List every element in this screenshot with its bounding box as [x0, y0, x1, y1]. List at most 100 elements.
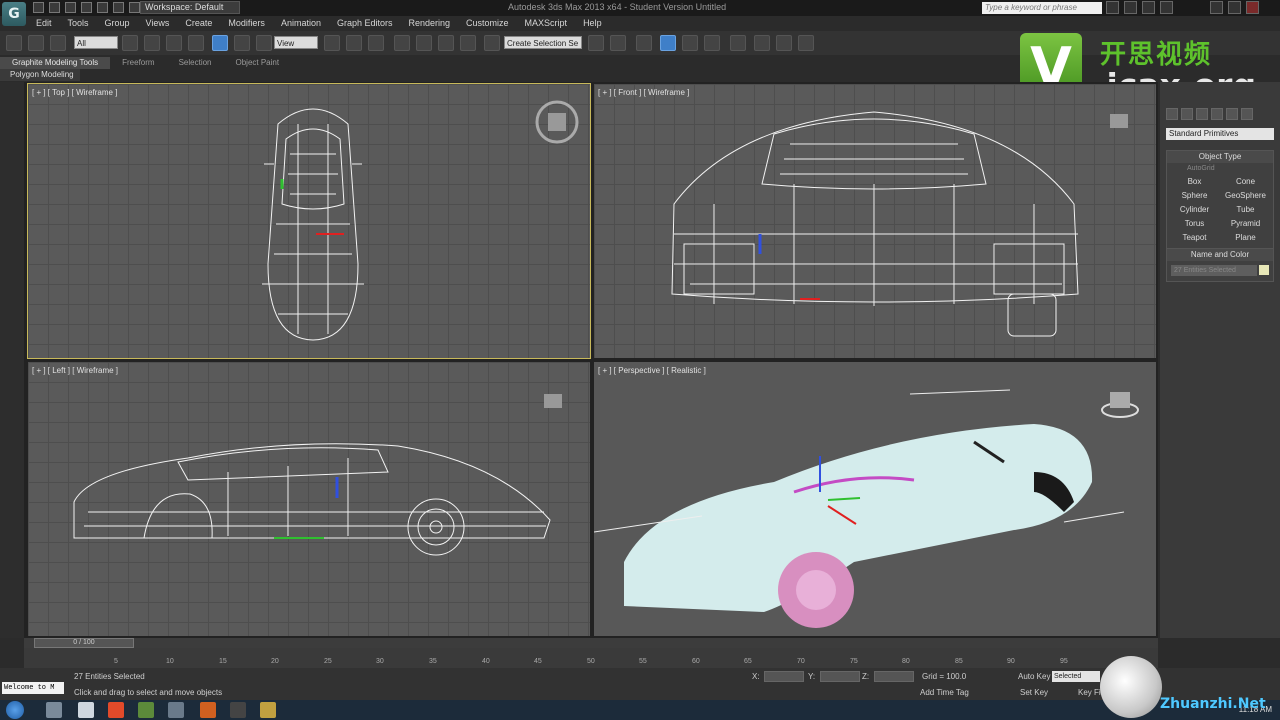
- rendered-frame-window-icon[interactable]: [776, 35, 792, 51]
- start-button[interactable]: [6, 701, 24, 719]
- app-icon[interactable]: [138, 702, 154, 718]
- redo-icon[interactable]: [97, 2, 108, 13]
- ribbon-polygon-modeling[interactable]: Polygon Modeling: [0, 69, 80, 81]
- selection-filter-dropdown[interactable]: All: [74, 36, 118, 49]
- snaps-toggle-icon[interactable]: [394, 35, 410, 51]
- name-and-color-title[interactable]: Name and Color: [1167, 249, 1273, 261]
- geosphere-button[interactable]: GeoSphere: [1222, 190, 1269, 202]
- box-button[interactable]: Box: [1171, 176, 1218, 188]
- menu-create[interactable]: Create: [177, 16, 220, 30]
- display-tab-icon[interactable]: [1226, 108, 1238, 120]
- maxscript-listener[interactable]: Welcome to M: [2, 682, 64, 694]
- project-folder-icon[interactable]: [113, 2, 124, 13]
- app-icon[interactable]: [200, 702, 216, 718]
- search-input[interactable]: Type a keyword or phrase: [982, 2, 1102, 14]
- create-tab-icon[interactable]: [1166, 108, 1178, 120]
- unlink-icon[interactable]: [28, 35, 44, 51]
- open-file-icon[interactable]: [49, 2, 60, 13]
- tab-object-paint[interactable]: Object Paint: [224, 57, 292, 69]
- help-icon[interactable]: [1160, 1, 1173, 14]
- 3dsmax-taskbar-icon[interactable]: [168, 702, 184, 718]
- material-editor-icon[interactable]: [730, 35, 746, 51]
- maximize-button[interactable]: [1228, 1, 1241, 14]
- link-icon[interactable]: [6, 35, 22, 51]
- primitive-category-dropdown[interactable]: Standard Primitives: [1166, 128, 1274, 140]
- tab-freeform[interactable]: Freeform: [110, 57, 166, 69]
- torus-button[interactable]: Torus: [1171, 218, 1218, 230]
- chrome-icon[interactable]: [108, 702, 124, 718]
- select-and-rotate-icon[interactable]: [234, 35, 250, 51]
- render-production-icon[interactable]: [798, 35, 814, 51]
- minimize-button[interactable]: [1210, 1, 1223, 14]
- window-crossing-icon[interactable]: [188, 35, 204, 51]
- motion-tab-icon[interactable]: [1211, 108, 1223, 120]
- object-type-title[interactable]: Object Type: [1167, 151, 1273, 163]
- menu-animation[interactable]: Animation: [273, 16, 329, 30]
- save-file-icon[interactable]: [65, 2, 76, 13]
- keyboard-shortcut-override-icon[interactable]: [368, 35, 384, 51]
- layer-manager-icon[interactable]: [636, 35, 652, 51]
- menu-group[interactable]: Group: [97, 16, 138, 30]
- menu-help[interactable]: Help: [575, 16, 610, 30]
- select-manipulate-icon[interactable]: [346, 35, 362, 51]
- menu-modifiers[interactable]: Modifiers: [220, 16, 273, 30]
- render-setup-icon[interactable]: [754, 35, 770, 51]
- select-and-scale-icon[interactable]: [256, 35, 272, 51]
- tube-button[interactable]: Tube: [1222, 204, 1269, 216]
- menu-edit[interactable]: Edit: [28, 16, 60, 30]
- edit-named-selection-icon[interactable]: [484, 35, 500, 51]
- tab-graphite-modeling-tools[interactable]: Graphite Modeling Tools: [0, 57, 111, 69]
- hierarchy-tab-icon[interactable]: [1196, 108, 1208, 120]
- add-time-tag[interactable]: Add Time Tag: [920, 688, 969, 697]
- search-icon[interactable]: [1106, 1, 1119, 14]
- select-and-move-icon[interactable]: [212, 35, 228, 51]
- pyramid-button[interactable]: Pyramid: [1222, 218, 1269, 230]
- select-by-name-icon[interactable]: [144, 35, 160, 51]
- menu-customize[interactable]: Customize: [458, 16, 517, 30]
- autogrid-checkbox[interactable]: AutoGrid: [1167, 163, 1273, 172]
- viewport-front[interactable]: [ + ] [ Front ] [ Wireframe ]: [594, 84, 1156, 358]
- modify-tab-icon[interactable]: [1181, 108, 1193, 120]
- app-menu-button[interactable]: G: [2, 2, 26, 26]
- notepad-icon[interactable]: [78, 702, 94, 718]
- favorites-icon[interactable]: [1142, 1, 1155, 14]
- curve-editor-icon[interactable]: [682, 35, 698, 51]
- rectangular-selection-icon[interactable]: [166, 35, 182, 51]
- percent-snap-icon[interactable]: [438, 35, 454, 51]
- mirror-icon[interactable]: [588, 35, 604, 51]
- menu-graph-editors[interactable]: Graph Editors: [329, 16, 401, 30]
- viewport-left[interactable]: [ + ] [ Left ] [ Wireframe ]: [28, 362, 590, 636]
- menu-maxscript[interactable]: MAXScript: [517, 16, 576, 30]
- quick-access-dropdown-icon[interactable]: [129, 2, 140, 13]
- key-filter-dropdown[interactable]: Selected: [1052, 671, 1100, 682]
- pivot-center-icon[interactable]: [324, 35, 340, 51]
- new-file-icon[interactable]: [33, 2, 44, 13]
- close-button[interactable]: [1246, 1, 1259, 14]
- utilities-tab-icon[interactable]: [1241, 108, 1253, 120]
- plane-button[interactable]: Plane: [1222, 232, 1269, 244]
- app-icon[interactable]: [230, 702, 246, 718]
- menu-tools[interactable]: Tools: [60, 16, 97, 30]
- cone-button[interactable]: Cone: [1222, 176, 1269, 188]
- viewport-top[interactable]: [ + ] [ Top ] [ Wireframe ]: [27, 83, 591, 359]
- time-slider[interactable]: 0 / 100: [24, 638, 1158, 648]
- z-coordinate-field[interactable]: [874, 671, 914, 682]
- cylinder-button[interactable]: Cylinder: [1171, 204, 1218, 216]
- undo-icon[interactable]: [81, 2, 92, 13]
- time-slider-thumb[interactable]: 0 / 100: [34, 638, 134, 648]
- teapot-button[interactable]: Teapot: [1171, 232, 1218, 244]
- object-color-swatch[interactable]: [1259, 265, 1269, 275]
- spinner-snap-icon[interactable]: [460, 35, 476, 51]
- object-name-field[interactable]: 27 Entities Selected: [1171, 265, 1257, 276]
- reference-coordinate-dropdown[interactable]: View: [274, 36, 318, 49]
- key-filters-button[interactable]: Key Fi: [1078, 688, 1101, 697]
- track-bar[interactable]: 5 10 15 20 25 30 35 40 45 50 55 60 65 70…: [24, 648, 1158, 668]
- y-coordinate-field[interactable]: [820, 671, 860, 682]
- set-key-button[interactable]: Set Key: [1020, 688, 1048, 697]
- bind-space-warp-icon[interactable]: [50, 35, 66, 51]
- explorer-icon[interactable]: [46, 702, 62, 718]
- viewport-perspective[interactable]: [ + ] [ Perspective ] [ Realistic ]: [594, 362, 1156, 636]
- graphite-toggle-icon[interactable]: [660, 35, 676, 51]
- named-selection-dropdown[interactable]: Create Selection Se: [504, 36, 582, 49]
- menu-rendering[interactable]: Rendering: [401, 16, 459, 30]
